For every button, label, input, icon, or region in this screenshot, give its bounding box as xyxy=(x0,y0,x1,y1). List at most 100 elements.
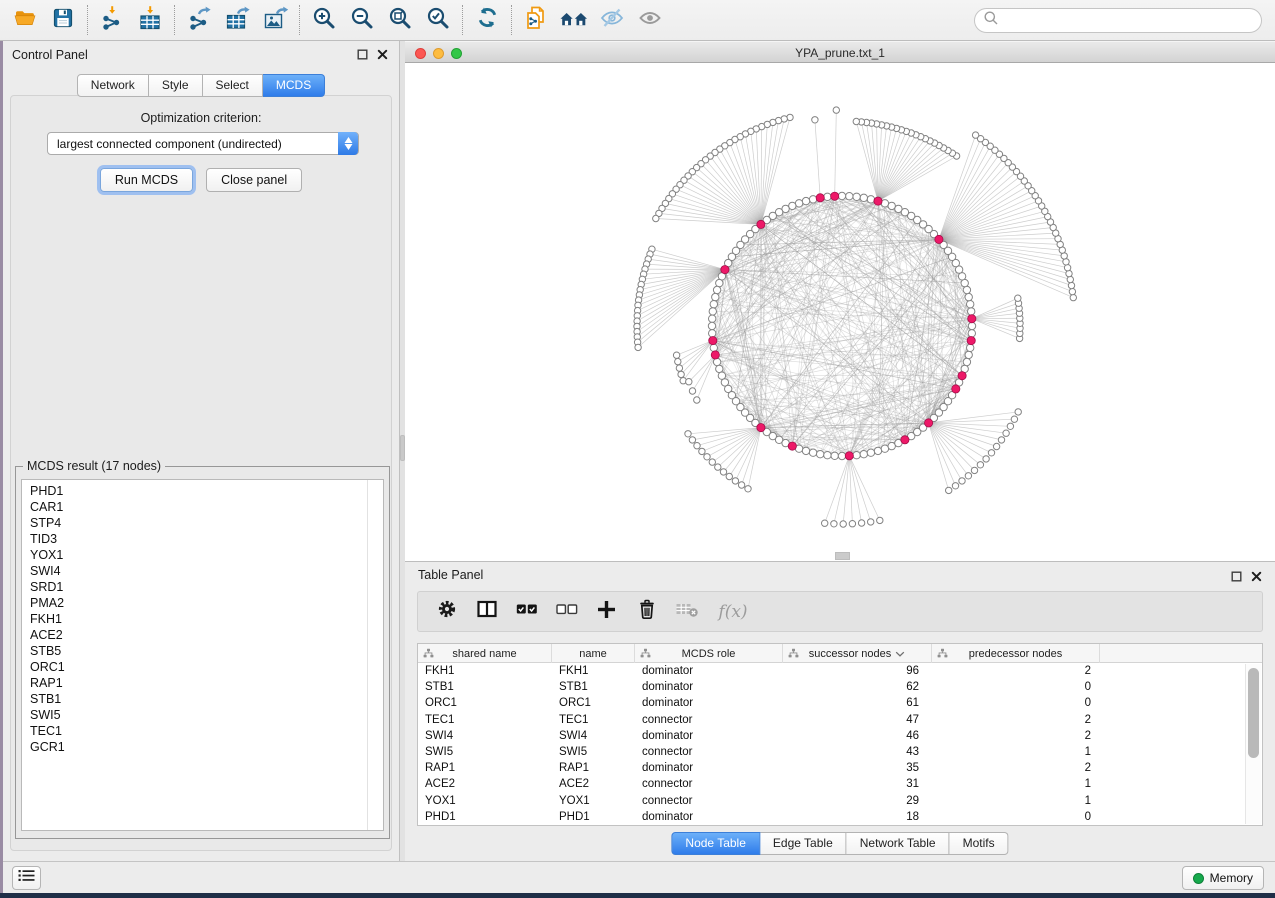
show-panels-list-button[interactable] xyxy=(12,866,41,890)
zoom-out-button[interactable] xyxy=(343,2,381,38)
table-row[interactable]: TEC1TEC1connector472 xyxy=(418,712,1245,728)
network-canvas[interactable] xyxy=(405,64,1275,561)
cell-predecessors[interactable]: 1 xyxy=(932,795,1100,807)
table-row[interactable]: SWI4SWI4dominator462 xyxy=(418,728,1245,744)
mcds-result-item[interactable]: STP4 xyxy=(30,515,383,531)
table-row[interactable]: SWI5SWI5connector431 xyxy=(418,744,1245,760)
cell-name[interactable]: YOX1 xyxy=(552,795,635,807)
tab-select[interactable]: Select xyxy=(203,74,263,97)
cell-successors[interactable]: 62 xyxy=(783,681,932,693)
cell-name[interactable]: PHD1 xyxy=(552,811,635,823)
column-header-name[interactable]: name xyxy=(552,644,635,663)
cell-predecessors[interactable]: 1 xyxy=(932,746,1100,758)
cell-name[interactable]: SWI4 xyxy=(552,730,635,742)
cell-successors[interactable]: 46 xyxy=(783,730,932,742)
open-button[interactable] xyxy=(6,2,44,38)
float-table-panel-button[interactable] xyxy=(1230,570,1243,583)
cell-successors[interactable]: 29 xyxy=(783,795,932,807)
cell-shared-name[interactable]: ORC1 xyxy=(418,697,552,709)
table-row[interactable]: PHD1PHD1dominator180 xyxy=(418,809,1245,825)
cell-role[interactable]: dominator xyxy=(635,811,783,823)
cell-predecessors[interactable]: 1 xyxy=(932,778,1100,790)
cell-shared-name[interactable]: FKH1 xyxy=(418,665,552,677)
cell-successors[interactable]: 31 xyxy=(783,778,932,790)
mcds-result-item[interactable]: TEC1 xyxy=(30,723,383,739)
import-network-button[interactable] xyxy=(93,2,131,38)
cell-shared-name[interactable]: SWI4 xyxy=(418,730,552,742)
cell-shared-name[interactable]: RAP1 xyxy=(418,762,552,774)
column-header-MCDS-role[interactable]: MCDS role xyxy=(635,644,783,663)
float-panel-button[interactable] xyxy=(356,48,369,61)
optimization-select[interactable]: largest connected component (undirected) xyxy=(47,132,359,155)
mcds-result-item[interactable]: ORC1 xyxy=(30,659,383,675)
cell-predecessors[interactable]: 2 xyxy=(932,730,1100,742)
cell-successors[interactable]: 18 xyxy=(783,811,932,823)
cell-name[interactable]: STB1 xyxy=(552,681,635,693)
memory-button[interactable]: Memory xyxy=(1182,866,1264,890)
tab-motifs[interactable]: Motifs xyxy=(950,832,1009,855)
mcds-result-item[interactable]: FKH1 xyxy=(30,611,383,627)
mcds-result-item[interactable]: CAR1 xyxy=(30,499,383,515)
mcds-result-item[interactable]: RAP1 xyxy=(30,675,383,691)
cell-name[interactable]: SWI5 xyxy=(552,746,635,758)
cell-successors[interactable]: 47 xyxy=(783,714,932,726)
delete-column-button[interactable] xyxy=(633,599,660,625)
cell-role[interactable]: connector xyxy=(635,795,783,807)
cell-role[interactable]: dominator xyxy=(635,681,783,693)
cell-role[interactable]: dominator xyxy=(635,697,783,709)
save-button[interactable] xyxy=(44,2,82,38)
refresh-button[interactable] xyxy=(468,2,506,38)
tab-node-table[interactable]: Node Table xyxy=(671,832,760,855)
cell-shared-name[interactable]: ACE2 xyxy=(418,778,552,790)
cell-predecessors[interactable]: 0 xyxy=(932,697,1100,709)
cell-shared-name[interactable]: YOX1 xyxy=(418,795,552,807)
export-image-button[interactable] xyxy=(256,2,294,38)
cell-name[interactable]: FKH1 xyxy=(552,665,635,677)
cell-shared-name[interactable]: STB1 xyxy=(418,681,552,693)
column-header-successor-nodes[interactable]: successor nodes xyxy=(783,644,932,663)
mcds-result-item[interactable]: STB5 xyxy=(30,643,383,659)
import-table-button[interactable] xyxy=(131,2,169,38)
cell-shared-name[interactable]: TEC1 xyxy=(418,714,552,726)
cell-successors[interactable]: 96 xyxy=(783,665,932,677)
mcds-result-item[interactable]: STB1 xyxy=(30,691,383,707)
cell-shared-name[interactable]: PHD1 xyxy=(418,811,552,823)
tab-style[interactable]: Style xyxy=(149,74,203,97)
cell-role[interactable]: connector xyxy=(635,714,783,726)
cell-successors[interactable]: 43 xyxy=(783,746,932,758)
network-graph[interactable] xyxy=(405,64,1275,561)
tab-network[interactable]: Network xyxy=(77,74,149,97)
table-row[interactable]: ORC1ORC1dominator610 xyxy=(418,695,1245,711)
zoom-in-button[interactable] xyxy=(305,2,343,38)
table-settings-button[interactable] xyxy=(433,599,460,625)
close-table-panel-button[interactable] xyxy=(1250,570,1263,583)
column-header-predecessor-nodes[interactable]: predecessor nodes xyxy=(932,644,1100,663)
copy-style-button[interactable] xyxy=(517,2,555,38)
cell-successors[interactable]: 61 xyxy=(783,697,932,709)
deselect-all-columns-button[interactable] xyxy=(553,599,580,625)
cell-role[interactable]: connector xyxy=(635,746,783,758)
cell-role[interactable]: dominator xyxy=(635,762,783,774)
table-row[interactable]: YOX1YOX1connector291 xyxy=(418,793,1245,809)
mcds-result-item[interactable]: YOX1 xyxy=(30,547,383,563)
mcds-result-item[interactable]: PHD1 xyxy=(30,483,383,499)
table-vscroll-thumb[interactable] xyxy=(1248,668,1259,758)
cell-role[interactable]: dominator xyxy=(635,730,783,742)
table-vscroll[interactable] xyxy=(1245,664,1261,824)
cell-predecessors[interactable]: 2 xyxy=(932,665,1100,677)
export-network-button[interactable] xyxy=(180,2,218,38)
table-row[interactable]: ACE2ACE2connector311 xyxy=(418,776,1245,792)
cell-predecessors[interactable]: 2 xyxy=(932,714,1100,726)
create-column-button[interactable] xyxy=(593,599,620,625)
table-row[interactable]: FKH1FKH1dominator962 xyxy=(418,663,1245,679)
column-layout-button[interactable] xyxy=(473,599,500,625)
cell-successors[interactable]: 35 xyxy=(783,762,932,774)
close-panel-x-button[interactable] xyxy=(376,48,389,61)
mcds-result-item[interactable]: TID3 xyxy=(30,531,383,547)
first-neighbors-button[interactable] xyxy=(555,2,593,38)
tab-edge-table[interactable]: Edge Table xyxy=(760,832,847,855)
cell-name[interactable]: ORC1 xyxy=(552,697,635,709)
tab-mcds[interactable]: MCDS xyxy=(263,74,325,97)
close-panel-button[interactable]: Close panel xyxy=(206,168,302,192)
cell-role[interactable]: dominator xyxy=(635,665,783,677)
